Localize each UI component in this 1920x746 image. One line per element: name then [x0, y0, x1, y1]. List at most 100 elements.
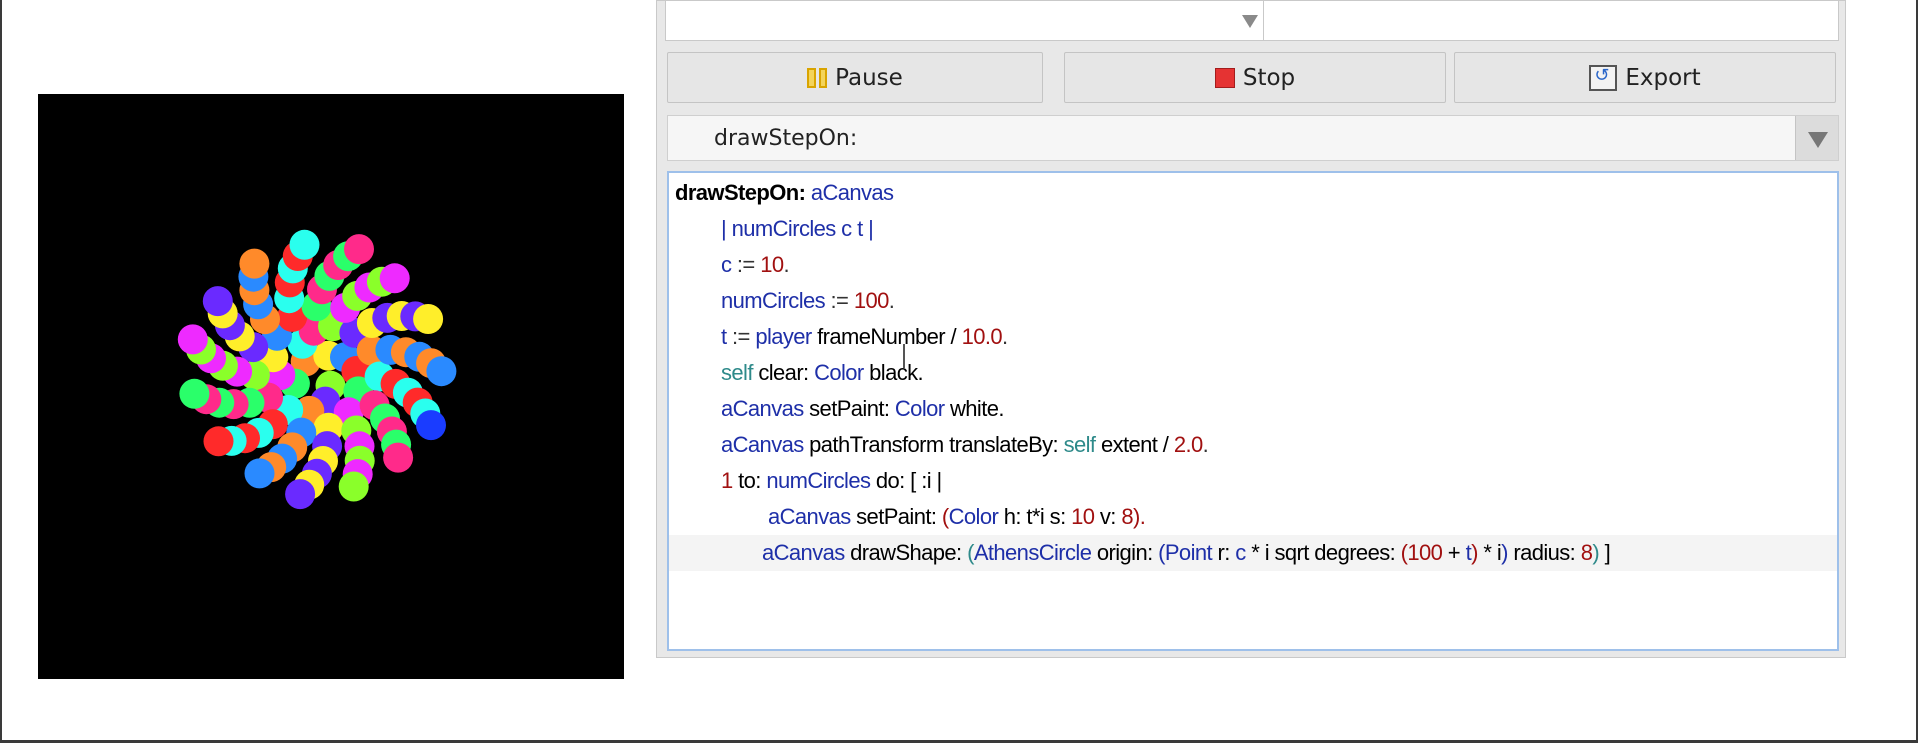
paren-token: ) — [1501, 540, 1508, 565]
number-token: 10.0 — [961, 324, 1003, 349]
code-line-3: c := 10. — [675, 247, 790, 283]
number-token: 10 — [1071, 504, 1095, 529]
receiver-token: aCanvas — [721, 396, 804, 421]
period-token: . — [1202, 432, 1209, 457]
block-token: do: [ :i | — [875, 468, 942, 493]
var-token: i — [1264, 540, 1270, 565]
message-token: r: — [1217, 540, 1231, 565]
paren-token: ( — [941, 504, 949, 529]
number-token: 100 — [853, 288, 890, 313]
spiral-dot — [244, 458, 275, 489]
pause-button[interactable]: Pause — [667, 52, 1043, 103]
pause-label: Pause — [835, 64, 903, 91]
spiral-dot — [379, 263, 410, 294]
receiver-token: aCanvas — [762, 540, 845, 565]
message-token: v: — [1099, 504, 1117, 529]
temps-token: numCircles c t — [731, 216, 864, 241]
number-token: 8 — [1580, 540, 1593, 565]
code-line-1: drawStepOn: aCanvas — [675, 175, 894, 211]
scroll-down-icon[interactable] — [1242, 15, 1258, 28]
code-line-11: aCanvas drawShape: (AthensCircle origin:… — [669, 535, 1837, 571]
assign-token: := — [736, 252, 755, 277]
method-selector[interactable]: drawStepOn: — [667, 115, 1839, 161]
code-line-8: aCanvas pathTransform translateBy: self … — [675, 427, 1209, 463]
code-line-10: aCanvas setPaint: (Color h: t*i s: 10 v:… — [675, 499, 1146, 535]
spiral-dot — [177, 324, 208, 355]
text-cursor — [903, 344, 905, 368]
class-token: Color — [814, 360, 864, 385]
message-token: origin: — [1096, 540, 1153, 565]
spiral-dot — [289, 229, 320, 260]
spiral-dot — [413, 304, 444, 334]
top-right-pane[interactable] — [1263, 1, 1839, 41]
spiral-dot — [344, 234, 374, 265]
operator-token: * — [1483, 540, 1492, 565]
message-token: setPaint: — [809, 396, 890, 421]
var-token: c — [1235, 540, 1246, 565]
method-selector-value: drawStepOn: — [714, 126, 858, 151]
message-token: setPaint: — [856, 504, 937, 529]
message-token: clear: — [758, 360, 809, 385]
spiral-dot — [179, 378, 210, 409]
export-icon — [1589, 64, 1618, 91]
self-token: self — [1063, 432, 1096, 457]
stop-button[interactable]: Stop — [1064, 52, 1446, 103]
number-token: 10 — [760, 252, 784, 277]
spiral-dot — [203, 426, 234, 457]
temps-close: | — [868, 216, 874, 241]
code-editor[interactable]: drawStepOn: aCanvas | numCircles c t | c… — [667, 171, 1839, 651]
argument-token: aCanvas — [810, 180, 894, 205]
animation-canvas — [38, 94, 624, 679]
message-token: to: — [738, 468, 761, 493]
export-label: Export — [1625, 64, 1701, 91]
paren-token: ). — [1132, 504, 1146, 529]
number-token: 100 — [1407, 540, 1443, 565]
class-token: Point — [1164, 540, 1213, 565]
message-token: extent / — [1100, 432, 1169, 457]
spiral-drawing — [177, 229, 457, 510]
spiral-dot — [426, 356, 457, 387]
pause-icon — [807, 67, 828, 88]
spiral-dot — [416, 410, 446, 441]
operator-token: * — [1251, 540, 1260, 565]
message-token: black. — [869, 360, 924, 385]
code-line-2: | numCircles c t | — [675, 211, 874, 247]
chevron-down-icon[interactable] — [1795, 116, 1838, 160]
paren-token: ( — [967, 540, 974, 565]
code-line-4: numCircles := 100. — [675, 283, 895, 319]
code-line-9: 1 to: numCircles do: [ :i | — [675, 463, 942, 499]
method-selector-token: drawStepOn: — [675, 180, 806, 205]
block-close-token: ] — [1604, 540, 1611, 565]
message-token: sqrt degrees: — [1274, 540, 1396, 565]
spiral-dot — [285, 479, 316, 510]
class-token: Color — [948, 504, 999, 529]
stop-label: Stop — [1242, 64, 1296, 91]
message-token: white. — [949, 396, 1004, 421]
stop-icon — [1214, 67, 1235, 88]
number-token: 8 — [1121, 504, 1133, 529]
var-token: numCircles — [721, 288, 826, 313]
operator-token: + — [1447, 540, 1461, 565]
spiral-dot — [202, 286, 233, 317]
expr-token: t*i — [1026, 504, 1045, 529]
period-token: . — [888, 288, 895, 313]
period-token: . — [1002, 324, 1008, 349]
code-line-5: t := player frameNumber / 10.0. — [675, 319, 1008, 355]
spiral-dot — [239, 248, 270, 279]
export-button[interactable]: Export — [1454, 52, 1836, 103]
spiral-dot — [338, 471, 369, 502]
spiral-dot — [383, 442, 414, 473]
temps-open: | — [721, 216, 727, 241]
message-token: radius: — [1513, 540, 1576, 565]
class-token: AthensCircle — [973, 540, 1092, 565]
message-token: drawShape: — [850, 540, 962, 565]
number-token: 1 — [721, 468, 733, 493]
number-token: 2.0 — [1173, 432, 1203, 457]
var-token: numCircles — [766, 468, 871, 493]
var-token: t — [721, 324, 727, 349]
period-token: . — [783, 252, 789, 277]
top-left-pane[interactable] — [665, 1, 1265, 41]
paren-token: ) — [1471, 540, 1478, 565]
code-line-6: self clear: Color black. — [675, 355, 924, 391]
assign-token: := — [732, 324, 750, 349]
